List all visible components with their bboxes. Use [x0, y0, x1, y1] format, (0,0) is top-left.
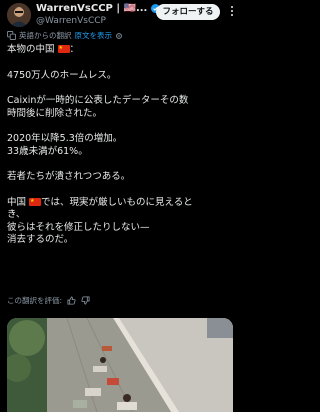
tweet-line: Caixinが一時的に公表したデーターその数 — [7, 95, 189, 106]
tweet-text: 本物の中国 ： 4750万人のホームレス。 Caixinが一時的に公表したデータ… — [7, 42, 237, 247]
tweet-line-text: では、現実が厳しいものに見えると — [41, 196, 193, 208]
display-name[interactable]: WarrenVsCCP | 🇺🇸... — [36, 3, 161, 14]
avatar[interactable] — [7, 3, 31, 27]
china-flag-icon — [57, 42, 70, 55]
tweet-line: 彼らはそれを修正したりしない— — [7, 221, 150, 233]
tweet-line: 消去するのだ。 — [7, 234, 74, 245]
display-name-text: WarrenVsCCP | 🇺🇸... — [36, 3, 148, 14]
translation-source-label: 英語からの翻訳 — [19, 31, 72, 40]
tweet-line: 若者たちが潰されつつある。 — [7, 171, 131, 182]
tweet-line: 33歳未満が61%。 — [7, 145, 88, 157]
tweet-line: 時間後に削除された。 — [7, 107, 103, 119]
rate-translation-label: この翻訳を評価: — [7, 296, 63, 305]
tweet-line: 4750万人のホームレス。 — [7, 69, 117, 81]
tweet-line: 2020年以降5.3倍の増加。 — [7, 133, 123, 144]
tweet-line-text: 本物の中国 — [7, 44, 55, 55]
tweet-media-image[interactable] — [7, 318, 233, 412]
tweet-line: き、 — [7, 209, 26, 220]
user-handle[interactable]: @WarrenVsCCP — [36, 16, 106, 26]
settings-icon[interactable] — [115, 32, 123, 40]
china-flag-icon — [29, 195, 42, 207]
rate-translation-bar: この翻訳を評価: — [7, 295, 90, 306]
show-original-link[interactable]: 原文を表示 — [75, 30, 113, 41]
translation-bar: 英語からの翻訳 原文を表示 — [7, 30, 123, 41]
tweet-line-text: 中国 — [7, 196, 27, 208]
thumbs-down-icon[interactable] — [81, 296, 90, 305]
follow-button[interactable]: フォローする — [156, 4, 220, 20]
more-icon[interactable] — [227, 5, 237, 17]
tweet-line: 本物の中国 ： — [7, 42, 237, 57]
thumbs-up-icon[interactable] — [67, 296, 76, 305]
tweet-line: 中国 では、現実が厳しいものに見えると — [7, 195, 237, 210]
translate-icon — [7, 31, 16, 40]
